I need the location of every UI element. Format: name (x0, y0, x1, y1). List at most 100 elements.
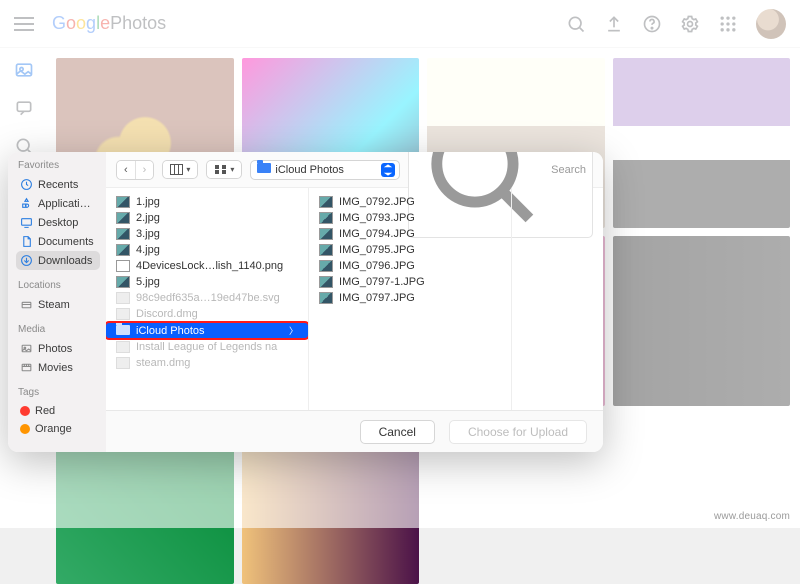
file-row[interactable]: IMG_0797-1.JPG (309, 274, 511, 290)
choose-for-upload-button[interactable]: Choose for Upload (449, 420, 587, 444)
sidebar-item-desktop[interactable]: Desktop (16, 213, 100, 232)
image-file-icon (116, 228, 130, 240)
file-name: 3.jpg (136, 228, 298, 240)
image-file-icon (116, 276, 130, 288)
image-file-icon (319, 196, 333, 208)
view-mode-segment: ▾ (162, 160, 198, 179)
file-row[interactable]: IMG_0794.JPG (309, 226, 511, 242)
app-icon (20, 197, 33, 210)
sidebar-heading-favorites: Favorites (18, 160, 100, 171)
file-name: Discord.dmg (136, 308, 298, 320)
file-row[interactable]: Install League of Legends na (106, 339, 308, 355)
doc-icon (20, 235, 33, 248)
sidebar-item-label: Documents (38, 236, 94, 248)
finder-column-2: IMG_0792.JPG IMG_0793.JPG IMG_0794.JPG IMG_… (309, 188, 512, 410)
image-file-icon (319, 260, 333, 272)
image-file-icon (319, 212, 333, 224)
folder-icon (116, 325, 130, 337)
file-row[interactable]: IMG_0792.JPG (309, 194, 511, 210)
file-name: 98c9edf635a…19ed47be.svg (136, 292, 298, 304)
photos-icon (20, 342, 33, 355)
sidebar-item-red[interactable]: Red (16, 402, 100, 420)
folder-row[interactable]: iCloud Photos 〉 (106, 322, 308, 339)
file-row[interactable]: IMG_0797.JPG (309, 290, 511, 306)
sidebar-heading-tags: Tags (18, 387, 100, 398)
image-file-icon (319, 228, 333, 240)
finder-columns: 1.jpg 2.jpg 3.jpg 4.jpg 4DevicesLock…lish_11… (106, 188, 603, 410)
file-name: IMG_0796.JPG (339, 260, 501, 272)
finder-footer: Cancel Choose for Upload (106, 410, 603, 452)
file-name: iCloud Photos (136, 325, 283, 337)
sidebar-item-orange[interactable]: Orange (16, 420, 100, 438)
file-name: 4DevicesLock…lish_1140.png (136, 260, 298, 272)
columns-view-button[interactable]: ▾ (163, 161, 197, 178)
sidebar-item-label: Orange (35, 423, 72, 435)
image-file-icon (319, 276, 333, 288)
sidebar-item-applicati-[interactable]: Applicati… (16, 194, 100, 213)
file-name: IMG_0794.JPG (339, 228, 501, 240)
file-open-dialog: Favorites RecentsApplicati… Desktop Docume… (8, 152, 603, 452)
file-row[interactable]: 4.jpg (106, 242, 308, 258)
file-name: 4.jpg (136, 244, 298, 256)
file-row[interactable]: IMG_0795.JPG (309, 242, 511, 258)
location-popup[interactable]: iCloud Photos (250, 160, 400, 180)
sidebar-item-label: Downloads (38, 255, 92, 267)
sidebar-item-label: Photos (38, 343, 72, 355)
chevron-down-icon: ▾ (186, 165, 190, 174)
sidebar-item-label: Movies (38, 362, 73, 374)
nav-back-forward: ‹ › (116, 160, 154, 180)
group-segment: ▾ (206, 160, 242, 179)
sidebar-item-steam[interactable]: Steam (16, 295, 100, 314)
sidebar-item-documents[interactable]: Documents (16, 232, 100, 251)
file-row[interactable]: IMG_0796.JPG (309, 258, 511, 274)
file-icon (116, 341, 130, 353)
tag-dot-icon (20, 406, 30, 416)
file-icon (116, 357, 130, 369)
desktop-icon (20, 216, 33, 229)
file-name: IMG_0795.JPG (339, 244, 501, 256)
file-row[interactable]: 4DevicesLock…lish_1140.png (106, 258, 308, 274)
file-row[interactable]: 5.jpg (106, 274, 308, 290)
chevron-right-icon: 〉 (289, 324, 298, 337)
location-label: iCloud Photos (275, 164, 376, 176)
finder-sidebar: Favorites RecentsApplicati… Desktop Docume… (8, 152, 106, 452)
sidebar-item-photos[interactable]: Photos (16, 339, 100, 358)
finder-column-3 (512, 188, 603, 410)
finder-column-1: 1.jpg 2.jpg 3.jpg 4.jpg 4DevicesLock…lish_11… (106, 188, 309, 410)
finder-toolbar: ‹ › ▾ ▾ iCloud Photos Search (106, 152, 603, 188)
image-file-icon (116, 260, 130, 272)
search-placeholder: Search (551, 164, 586, 176)
grid-view-button[interactable]: ▾ (207, 161, 241, 178)
sidebar-item-recents[interactable]: Recents (16, 175, 100, 194)
file-row[interactable]: 1.jpg (106, 194, 308, 210)
sidebar-item-downloads[interactable]: Downloads (16, 251, 100, 270)
sidebar-heading-media: Media (18, 324, 100, 335)
tag-dot-icon (20, 424, 30, 434)
image-file-icon (116, 196, 130, 208)
movies-icon (20, 361, 33, 374)
file-row[interactable]: 3.jpg (106, 226, 308, 242)
location-dropdown-icon (381, 163, 395, 177)
image-file-icon (116, 212, 130, 224)
download-icon (20, 254, 33, 267)
file-row[interactable]: 98c9edf635a…19ed47be.svg (106, 290, 308, 306)
file-row[interactable]: 2.jpg (106, 210, 308, 226)
folder-icon (257, 163, 270, 176)
file-name: IMG_0792.JPG (339, 196, 501, 208)
image-file-icon (116, 244, 130, 256)
sidebar-heading-locations: Locations (18, 280, 100, 291)
file-name: IMG_0797-1.JPG (339, 276, 501, 288)
file-row[interactable]: Discord.dmg (106, 306, 308, 322)
forward-button[interactable]: › (135, 161, 154, 179)
chevron-down-icon: ▾ (230, 165, 234, 174)
sidebar-item-movies[interactable]: Movies (16, 358, 100, 377)
file-name: 1.jpg (136, 196, 298, 208)
file-row[interactable]: IMG_0793.JPG (309, 210, 511, 226)
cancel-button[interactable]: Cancel (360, 420, 435, 444)
file-name: steam.dmg (136, 357, 298, 369)
back-button[interactable]: ‹ (117, 161, 135, 179)
clock-icon (20, 178, 33, 191)
sidebar-item-label: Desktop (38, 217, 78, 229)
file-row[interactable]: steam.dmg (106, 355, 308, 371)
file-icon (116, 292, 130, 304)
